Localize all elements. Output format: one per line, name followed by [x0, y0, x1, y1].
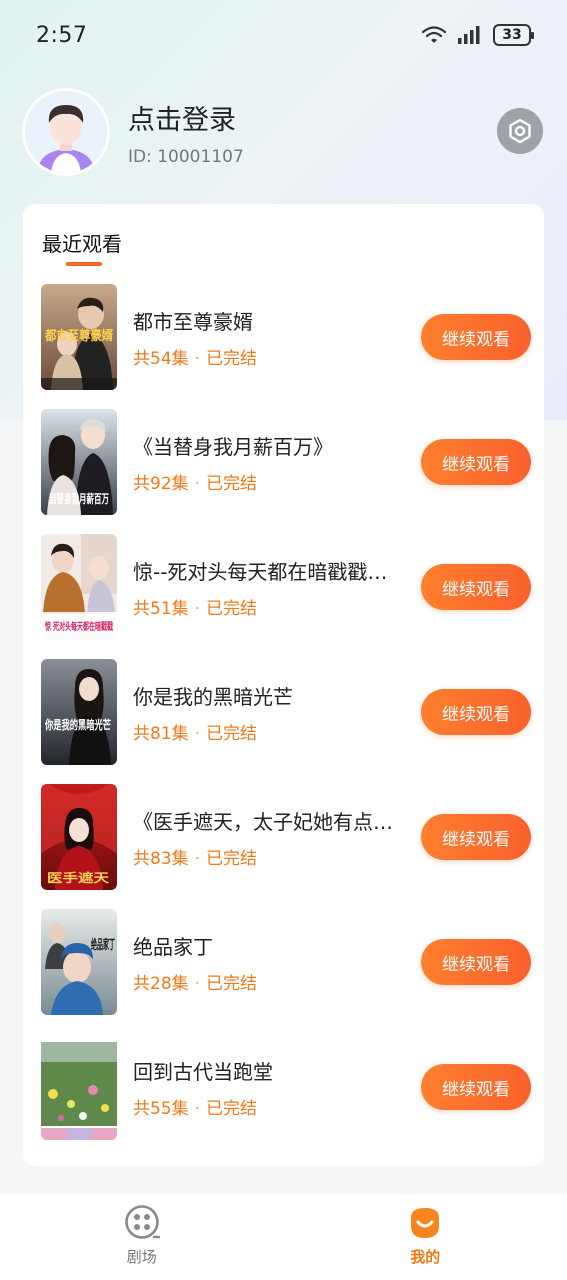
item-title: 绝品家丁 — [133, 935, 213, 959]
continue-watching-button[interactable]: 继续观看 — [421, 1064, 531, 1110]
completion-status: 已完结 — [206, 474, 258, 494]
continue-watching-button[interactable]: 继续观看 — [421, 314, 531, 360]
film-reel-icon — [124, 1205, 160, 1239]
continue-watching-button[interactable]: 继续观看 — [421, 814, 531, 860]
list-item[interactable]: 你是我的黑暗光芒 你是我的黑暗光芒 共81集·已完结 继续观看 — [41, 659, 531, 767]
continue-watching-button[interactable]: 继续观看 — [421, 689, 531, 735]
list-item[interactable]: 绝品家丁 绝品家丁 共28集·已完结 继续观看 — [41, 909, 531, 1017]
section-title-underline — [66, 262, 102, 266]
item-title: 惊--死对头每天都在暗戳戳… — [133, 560, 388, 584]
list-item[interactable]: 当替身我月薪百万 《当替身我月薪百万》 共92集·已完结 继续观看 — [41, 409, 531, 517]
status-bar: 2:57 33 — [0, 0, 567, 70]
list-item[interactable]: 都市至尊豪婿 都市至尊豪婿 共54集 · 已完结 继续观看 — [41, 284, 531, 392]
bottom-navigation: 剧场 我的 — [0, 1194, 567, 1280]
item-title: 你是我的黑暗光芒 — [133, 685, 293, 709]
item-title: 《当替身我月薪百万》 — [133, 435, 333, 459]
login-prompt[interactable]: 点击登录 — [128, 98, 244, 137]
poster-image[interactable]: 都市至尊豪婿 — [41, 284, 117, 390]
poster-art: 医手遮天 — [41, 784, 117, 890]
item-meta: 共51集 · 已完结 — [133, 599, 258, 619]
poster-image[interactable]: 绝品家丁 — [41, 909, 117, 1015]
poster-art: 惊 死对头每天都在暗戳戳 — [41, 534, 117, 640]
item-title: 回到古代当跑堂 — [133, 1060, 273, 1084]
profile-header: 点击登录 ID: 10001107 — [22, 86, 545, 178]
signal-icon — [458, 26, 480, 44]
poster-image[interactable] — [41, 1034, 117, 1140]
completion-status: 已完结 — [206, 1099, 258, 1119]
section-title: 最近观看 — [42, 232, 122, 256]
episode-count: 共81集 — [133, 724, 189, 744]
tab-theater-label: 剧场 — [126, 1248, 157, 1266]
poster-title: 当替身我月薪百万 — [49, 491, 109, 506]
smile-face-icon — [411, 1208, 440, 1238]
poster-art: 都市至尊豪婿 — [41, 284, 117, 390]
list-item[interactable]: 回到古代当跑堂 共55集 · 已完结 继续观看 — [41, 1034, 531, 1142]
poster-image[interactable]: 惊 死对头每天都在暗戳戳 — [41, 534, 117, 640]
wifi-icon — [421, 26, 447, 43]
gear-icon — [509, 118, 531, 144]
continue-watching-button[interactable]: 继续观看 — [421, 439, 531, 485]
battery-icon: 33 — [493, 24, 534, 46]
list-item[interactable]: 医手遮天 《医手遮天，太子妃她有点… 共83集 · 已完结 继续观看 — [41, 784, 531, 892]
poster-title: 绝品家丁 — [91, 937, 115, 953]
poster-image[interactable]: 你是我的黑暗光芒 — [41, 659, 117, 765]
status-time: 2:57 — [36, 22, 88, 48]
item-meta: 共81集 · 已完结 — [133, 724, 258, 744]
poster-title: 惊 死对头每天都在暗戳戳 — [45, 620, 113, 633]
settings-button[interactable] — [497, 108, 543, 154]
status-icons: 33 — [421, 24, 534, 46]
recently-watched-card: 最近观看 都市至尊豪婿 都市至尊豪婿 共54集 · 已完结 继续观看 当替身我月… — [23, 204, 544, 1166]
battery-level: 33 — [502, 27, 522, 43]
item-meta: 共28集 · 已完结 — [133, 974, 258, 994]
completion-status: 已完结 — [206, 974, 258, 994]
episode-count: 共54集 — [133, 349, 189, 369]
avatar[interactable] — [22, 88, 110, 176]
poster-art: 当替身我月薪百万 — [41, 409, 117, 515]
tab-mine[interactable]: 我的 — [284, 1194, 567, 1280]
list-item[interactable]: 惊 死对头每天都在暗戳戳 惊--死对头每天都在暗戳戳… 共51集·已完结 继续观… — [41, 534, 531, 642]
item-title: 都市至尊豪婿 — [133, 310, 253, 334]
item-meta: 共54集 · 已完结 — [133, 349, 258, 369]
item-meta: 共55集 · 已完结 — [133, 1099, 258, 1119]
item-title: 《医手遮天，太子妃她有点… — [133, 810, 393, 834]
item-meta: 共92集 · 已完结 — [133, 474, 258, 494]
completion-status: 已完结 — [206, 724, 258, 744]
poster-art — [41, 1034, 117, 1140]
item-meta: 共83集 · 已完结 — [133, 849, 258, 869]
poster-image[interactable]: 医手遮天 — [41, 784, 117, 890]
tab-theater[interactable]: 剧场 — [0, 1194, 284, 1280]
poster-title: 医手遮天 — [47, 870, 110, 885]
poster-art: 你是我的黑暗光芒 — [41, 659, 117, 765]
episode-count: 共28集 — [133, 974, 189, 994]
completion-status: 已完结 — [206, 349, 258, 369]
episode-count: 共55集 — [133, 1099, 189, 1119]
episode-count: 共51集 — [133, 599, 189, 619]
user-id: ID: 10001107 — [128, 146, 244, 167]
episode-count: 共92集 — [133, 474, 189, 494]
default-avatar-icon — [25, 91, 107, 173]
completion-status: 已完结 — [206, 849, 258, 869]
completion-status: 已完结 — [206, 599, 258, 619]
poster-image[interactable]: 当替身我月薪百万 — [41, 409, 117, 515]
episode-count: 共83集 — [133, 849, 189, 869]
continue-watching-button[interactable]: 继续观看 — [421, 564, 531, 610]
tab-mine-label: 我的 — [410, 1248, 441, 1266]
continue-watching-button[interactable]: 继续观看 — [421, 939, 531, 985]
poster-title: 你是我的黑暗光芒 — [44, 717, 111, 732]
poster-art: 绝品家丁 — [41, 909, 117, 1015]
poster-title: 都市至尊豪婿 — [44, 328, 114, 344]
